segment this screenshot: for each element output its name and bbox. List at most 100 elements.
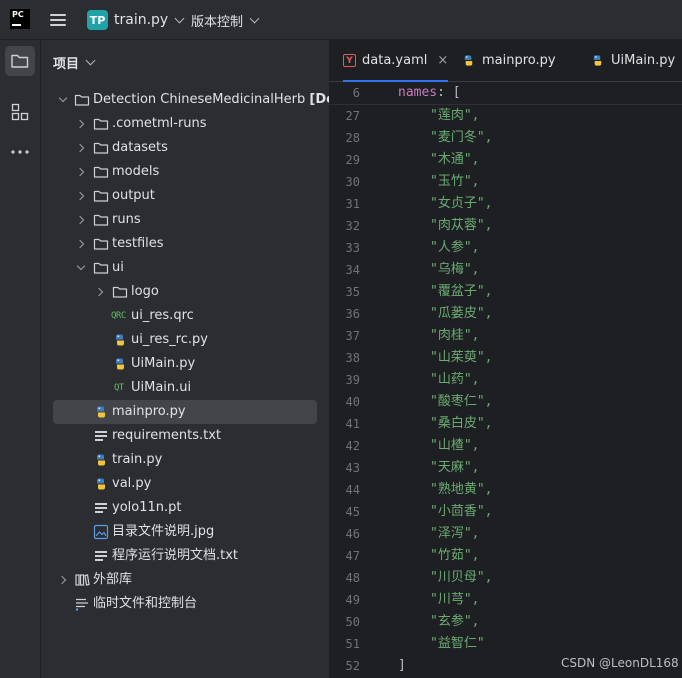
tab-uimain-py[interactable]: UiMain.py: [590, 40, 675, 81]
line-number: 29: [345, 153, 360, 167]
tree-item-label: yolo11n.pt: [112, 500, 182, 515]
structure-tool-button[interactable]: [5, 97, 35, 127]
code-line: 47 "竹茹",: [329, 545, 682, 567]
tree-item-uimain-ui[interactable]: QT UiMain.ui: [41, 376, 329, 400]
chevron-right-icon[interactable]: [75, 136, 87, 160]
tree-item-external-libs[interactable]: 外部库: [41, 568, 329, 592]
line-number: 28: [345, 131, 360, 145]
python-file-icon: [97, 454, 105, 466]
tree-item-label: Detection ChineseMedicinalHerb [Detect: [93, 88, 329, 112]
structure-icon: [11, 103, 29, 121]
tree-item-root[interactable]: Detection ChineseMedicinalHerb [Detect: [41, 88, 329, 112]
chevron-right-icon[interactable]: [75, 160, 87, 184]
line-number: 43: [345, 461, 360, 475]
text-file-icon: [93, 500, 109, 516]
tree-item-ui-res-qrc[interactable]: QRC ui_res.qrc: [41, 304, 329, 328]
project-view-selector[interactable]: 项目: [53, 52, 96, 72]
tree-item-output[interactable]: output: [41, 184, 329, 208]
tree-item-label: testfiles: [112, 236, 164, 251]
tree-item-datasets[interactable]: datasets: [41, 136, 329, 160]
folder-icon: [93, 190, 109, 202]
scratches-icon: [75, 598, 88, 611]
line-number: 27: [345, 109, 360, 123]
line-number: 35: [345, 285, 360, 299]
image-file-icon: [93, 524, 109, 540]
tab-data-yaml[interactable]: Y data.yaml ×: [343, 40, 449, 82]
pycharm-logo-icon: PC: [10, 9, 30, 29]
tree-item-logo[interactable]: logo: [41, 280, 329, 304]
tree-item-val-py[interactable]: val.py: [41, 472, 329, 496]
tree-item-yolo-pt[interactable]: yolo11n.pt: [41, 496, 329, 520]
project-tool-button[interactable]: [5, 46, 35, 76]
yaml-string: "玄参",: [430, 614, 480, 629]
tree-item-label: 程序运行说明文档.txt: [112, 548, 239, 563]
chevron-right-icon[interactable]: [75, 232, 87, 256]
main-menu-button[interactable]: [48, 11, 68, 29]
project-selector[interactable]: TP train.py: [87, 9, 185, 31]
chevron-right-icon[interactable]: [57, 568, 69, 592]
code-editor[interactable]: 6 names: [ 27 "莲肉", 28 "麦门冬", 29 "木通", 30 "玉竹",…: [329, 82, 682, 677]
tree-item-scratches[interactable]: 临时文件和控制台: [41, 592, 329, 616]
tree-item-label: models: [112, 164, 160, 179]
line-number: 42: [345, 439, 360, 453]
tree-item-testfiles[interactable]: testfiles: [41, 232, 329, 256]
folder-icon: [11, 54, 29, 68]
folder-icon: [93, 166, 109, 178]
root-suffix: [Detect: [309, 92, 329, 107]
yaml-string: "乌梅",: [430, 262, 480, 277]
code-line: 46 "泽泻",: [329, 523, 682, 545]
yaml-file-icon: Y: [343, 54, 356, 67]
line-number: 46: [345, 527, 360, 541]
code-lines: 27 "莲肉", 28 "麦门冬", 29 "木通", 30 "玉竹", 31 "女贞子", 32 "…: [329, 105, 682, 677]
tree-item-mainpro-py[interactable]: mainpro.py: [53, 400, 317, 424]
line-number: 6: [352, 86, 360, 100]
yaml-string: "小茴香",: [430, 504, 493, 519]
python-file-icon: [464, 55, 473, 66]
folder-icon: [93, 118, 109, 130]
tree-item-uimain-py[interactable]: UiMain.py: [41, 352, 329, 376]
tab-mainpro-py[interactable]: mainpro.py: [461, 40, 556, 81]
yaml-string: "肉苁蓉",: [430, 218, 493, 233]
tab-label: UiMain.py: [611, 53, 676, 68]
yaml-string: "泽泻",: [430, 526, 480, 541]
chevron-down-icon[interactable]: [57, 88, 69, 112]
tree-item-requirements[interactable]: requirements.txt: [41, 424, 329, 448]
yaml-string: "山药",: [430, 372, 480, 387]
code-line: 50 "玄参",: [329, 611, 682, 633]
vcs-menu[interactable]: 版本控制: [191, 9, 260, 31]
yaml-string: "山茱萸",: [430, 350, 493, 365]
code-line: 49 "川芎",: [329, 589, 682, 611]
tree-item-cometml-runs[interactable]: .cometml-runs: [41, 112, 329, 136]
tree-item-ui-res-rc-py[interactable]: ui_res_rc.py: [41, 328, 329, 352]
tree-item-dir-jpg[interactable]: 目录文件说明.jpg: [41, 520, 329, 544]
tree-item-ui[interactable]: ui: [41, 256, 329, 280]
line-number: 40: [345, 395, 360, 409]
chevron-down-icon[interactable]: [75, 256, 87, 280]
yaml-string: "竹茹",: [430, 548, 480, 563]
tree-item-runs[interactable]: runs: [41, 208, 329, 232]
more-tools-button[interactable]: [5, 137, 35, 167]
code-line: 32 "肉苁蓉",: [329, 215, 682, 237]
text-file-icon: [93, 428, 109, 444]
yaml-string: "莲肉",: [430, 108, 480, 123]
python-file-icon: [593, 55, 602, 66]
chevron-right-icon[interactable]: [75, 184, 87, 208]
line-number: 45: [345, 505, 360, 519]
chevron-right-icon[interactable]: [94, 280, 106, 304]
code-line: 43 "天麻",: [329, 457, 682, 479]
yaml-string: "覆盆子",: [430, 284, 493, 299]
python-file-icon: [97, 478, 105, 490]
tree-item-run-txt[interactable]: 程序运行说明文档.txt: [41, 544, 329, 568]
code-line: 28 "麦门冬",: [329, 127, 682, 149]
line-number: 34: [345, 263, 360, 277]
chevron-right-icon[interactable]: [75, 208, 87, 232]
line-number: 52: [345, 659, 360, 673]
line-number: 37: [345, 329, 360, 343]
line-number: 51: [345, 637, 360, 651]
tree-item-models[interactable]: models: [41, 160, 329, 184]
tree-item-train-py[interactable]: train.py: [41, 448, 329, 472]
close-icon[interactable]: ×: [437, 53, 448, 68]
project-badge: TP: [87, 10, 108, 30]
chevron-right-icon[interactable]: [75, 112, 87, 136]
yaml-string: "瓜蒌皮",: [430, 306, 493, 321]
